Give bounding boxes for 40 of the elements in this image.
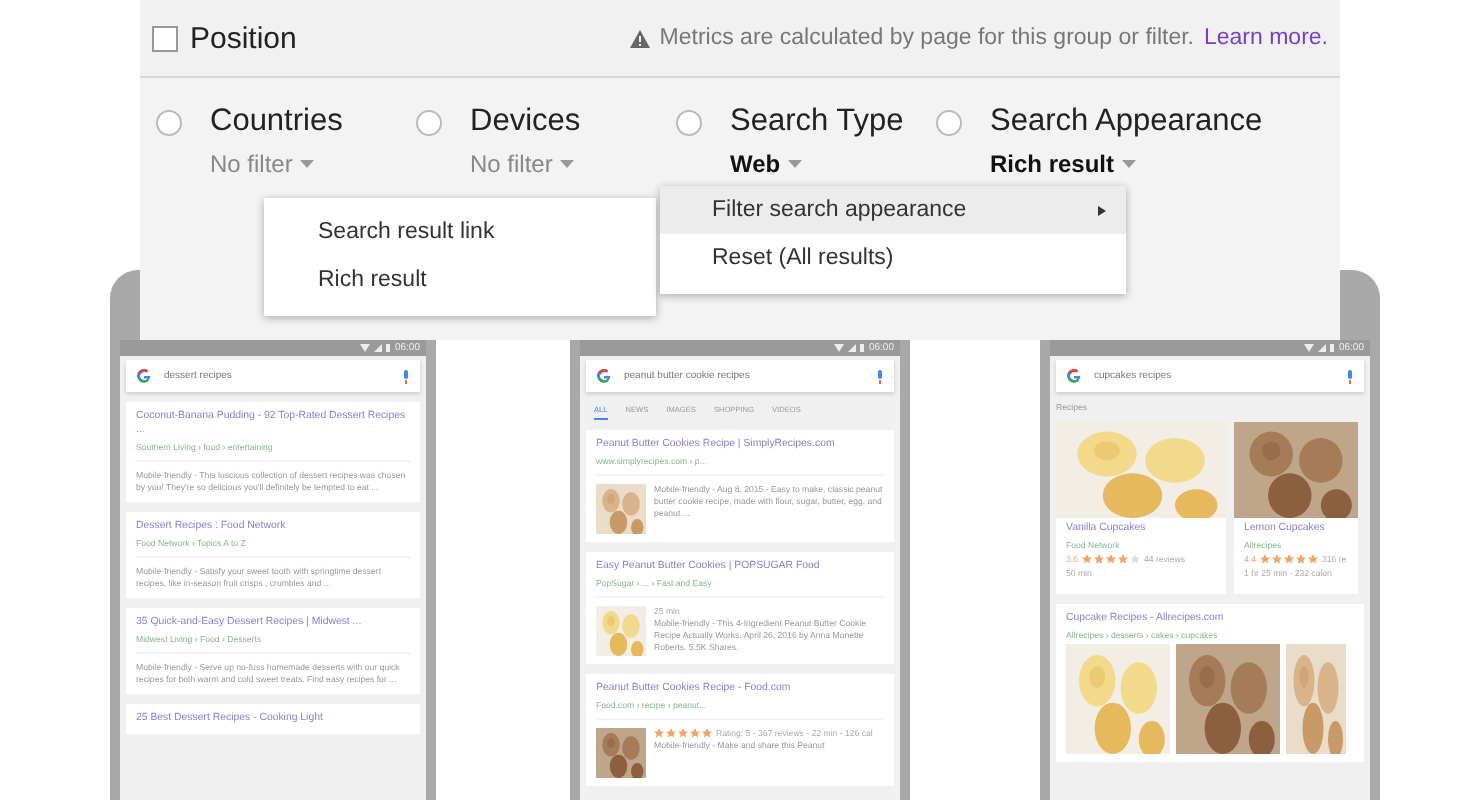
radio-button[interactable]: [936, 109, 962, 135]
mic-icon[interactable]: [876, 369, 884, 383]
caret-icon: [560, 160, 575, 168]
filter-dropdown[interactable]: No filter: [470, 150, 676, 178]
wifi-icon: [360, 344, 371, 352]
dimension-label: Devices: [470, 104, 583, 140]
radio-button[interactable]: [156, 109, 182, 135]
mic-icon[interactable]: [402, 369, 410, 383]
radio-button[interactable]: [416, 109, 442, 135]
battery-icon: [860, 344, 865, 352]
dimension-label: Search Type: [730, 104, 906, 140]
logo-icon: [1066, 368, 1082, 384]
checkbox[interactable]: [152, 25, 178, 51]
filter-dropdown[interactable]: Rich result: [990, 150, 1263, 178]
menu-item[interactable]: Search result link: [264, 208, 656, 256]
dimension-label: Countries: [210, 104, 345, 140]
logo-icon: [136, 368, 152, 384]
notice-text: Metrics are calculated by page for this group or filter.: [659, 26, 1194, 50]
filter-dropdown[interactable]: Web: [730, 150, 936, 178]
signal-icon: [374, 344, 383, 352]
caret-icon: [300, 160, 315, 168]
radio-button[interactable]: [676, 109, 702, 135]
menu-item[interactable]: Reset (All results): [660, 234, 1126, 282]
signal-icon: [848, 344, 857, 352]
warning-icon: [629, 29, 650, 47]
logo-icon: [596, 368, 612, 384]
mic-icon[interactable]: [1346, 369, 1354, 383]
dimension-label: Search Appearance: [990, 104, 1263, 140]
battery-icon: [1330, 344, 1335, 352]
menu-item[interactable]: Rich result: [264, 256, 656, 304]
learn-more-link[interactable]: Learn more.: [1203, 26, 1328, 50]
filter-dropdown[interactable]: No filter: [210, 150, 416, 178]
checkbox-label: Position: [190, 21, 297, 55]
signal-icon: [1318, 344, 1327, 352]
caret-icon: [788, 160, 803, 168]
menu-item[interactable]: Filter search appearance: [660, 186, 1126, 234]
battery-icon: [386, 344, 391, 352]
wifi-icon: [834, 344, 845, 352]
caret-icon: [1122, 160, 1137, 168]
wifi-icon: [1304, 344, 1315, 352]
